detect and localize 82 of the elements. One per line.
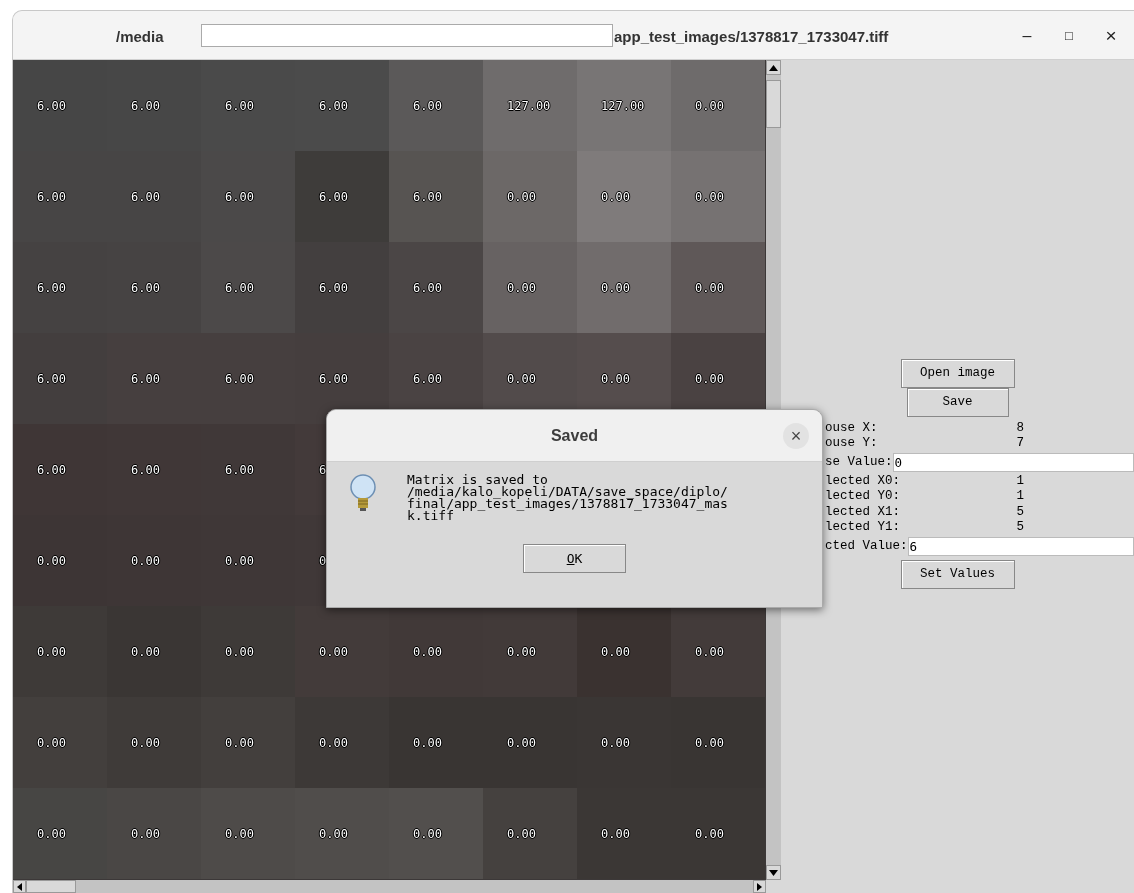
cell-value: 6.00 — [131, 188, 161, 206]
cell-value: 127.00 — [507, 97, 552, 115]
cell-value: 6.00 — [131, 97, 161, 115]
cell-value: 0.00 — [131, 734, 161, 752]
cell-value: 6.00 — [225, 97, 255, 115]
cell-value: 0.00 — [601, 188, 631, 206]
cell-value: 6.00 — [131, 279, 161, 297]
cell-value: 0.00 — [413, 825, 443, 843]
cell-value: 6 — [319, 461, 328, 479]
cell-value: 6.00 — [319, 279, 349, 297]
cell-value: 6.00 — [131, 461, 161, 479]
cell-value: 0.00 — [601, 734, 631, 752]
field-value: 8 — [1016, 420, 1024, 435]
cell-value: 0.00 — [695, 643, 725, 661]
cell-value: 6.00 — [225, 188, 255, 206]
field-value: 1 — [1016, 473, 1024, 488]
field-label: lected Y0: — [825, 489, 900, 504]
cell-value: 0.00 — [131, 825, 161, 843]
cell-value: 0.00 — [413, 643, 443, 661]
cell-value: 0.00 — [695, 188, 725, 206]
cell-value: 0.00 — [131, 643, 161, 661]
cell-value: 6.00 — [319, 370, 349, 388]
cell-value: 6.00 — [413, 188, 443, 206]
cell-value: 6.00 — [37, 370, 67, 388]
cell-value: 0.00 — [601, 370, 631, 388]
field-value: 5 — [1016, 504, 1024, 519]
cell-value: 0.00 — [507, 734, 537, 752]
cell-value: 6.00 — [37, 188, 67, 206]
window-title: app_test_images/1378817_1733047.tiff — [614, 27, 889, 47]
field-label: lected X1: — [825, 504, 900, 519]
cell-value: 127.00 — [601, 97, 646, 115]
cell-value: 0.00 — [601, 643, 631, 661]
cell-value: 6.00 — [37, 97, 67, 115]
cell-value: 6.00 — [225, 279, 255, 297]
cell-value: 0.00 — [695, 279, 725, 297]
cell-value: 0.00 — [601, 279, 631, 297]
cell-value: 0.00 — [225, 552, 255, 570]
cell-value: 0.00 — [507, 825, 537, 843]
field-label: lected X0: — [825, 473, 900, 488]
cell-value: 0.00 — [695, 97, 725, 115]
field-label: se Value: — [825, 453, 893, 471]
cell-value: 6.00 — [413, 370, 443, 388]
field-value: 7 — [1016, 436, 1024, 451]
cell-value: 6.00 — [319, 188, 349, 206]
cell-value: 6.00 — [413, 279, 443, 297]
cell-value: 6.00 — [37, 279, 67, 297]
cell-value: 0.00 — [37, 825, 67, 843]
cell-value: 0.00 — [413, 734, 443, 752]
cell-value: 0.00 — [695, 825, 725, 843]
cell-value: 0.00 — [695, 370, 725, 388]
cell-value: 0.00 — [601, 825, 631, 843]
field-value: 5 — [1016, 520, 1024, 535]
cell-value: 0.00 — [225, 734, 255, 752]
cell-value: 0.00 — [319, 734, 349, 752]
cell-value: 6.00 — [319, 97, 349, 115]
field-label: ouse Y: — [825, 436, 878, 451]
cell-value: 0.00 — [507, 188, 537, 206]
cell-value: 0.00 — [695, 734, 725, 752]
cell-value: 6.00 — [131, 370, 161, 388]
cell-value: 0.00 — [37, 643, 67, 661]
cell-value: 6.00 — [37, 461, 67, 479]
cell-value: 0 — [319, 552, 328, 570]
field-label: lected Y1: — [825, 520, 900, 535]
cell-value: 0.00 — [507, 643, 537, 661]
cell-value: 0.00 — [507, 370, 537, 388]
field-label: ouse X: — [825, 420, 878, 435]
dialog-title: Saved — [550, 425, 599, 446]
cell-value: 6.00 — [225, 461, 255, 479]
cell-value: 6.00 — [225, 370, 255, 388]
cell-value: 0.00 — [319, 643, 349, 661]
window-title: /media — [116, 27, 164, 47]
field-value: 1 — [1016, 489, 1024, 504]
dialog-message: Matrix is saved to /media/kalo_kopeli/DATA/save_space/diplo/ final/app_test_images/1378817_1733047_mas k.tiff — [407, 474, 728, 522]
cell-value: 0.00 — [225, 825, 255, 843]
cell-value: 0.00 — [225, 643, 255, 661]
cell-value: 0.00 — [507, 279, 537, 297]
cell-value: 0.00 — [37, 734, 67, 752]
cell-value: 0.00 — [131, 552, 161, 570]
field-label: cted Value: — [825, 537, 908, 555]
cell-value: 6.00 — [413, 97, 443, 115]
cell-value: 0.00 — [37, 552, 67, 570]
cell-value: 0.00 — [319, 825, 349, 843]
